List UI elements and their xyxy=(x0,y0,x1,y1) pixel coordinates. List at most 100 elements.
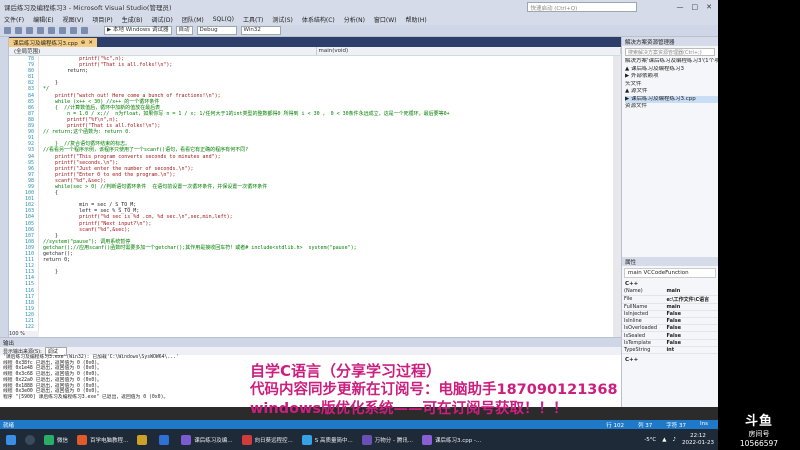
property-row[interactable]: IsInline False xyxy=(622,317,718,326)
property-value[interactable]: e:\工作文件\C语言 xyxy=(664,295,718,304)
menu-item[interactable]: 项目(P) xyxy=(92,15,112,24)
save-all-icon[interactable] xyxy=(59,27,66,34)
network-icon[interactable]: ▲ xyxy=(662,437,666,443)
solution-tree-item[interactable]: 资源文件 xyxy=(625,103,718,111)
menu-item[interactable]: 分析(N) xyxy=(344,15,365,24)
scope-dropdown[interactable]: (全局范围) xyxy=(12,47,317,55)
clock[interactable]: 22:12 2022-01-23 xyxy=(682,433,714,447)
properties-title: 属性 xyxy=(622,257,718,266)
property-name: TypeString xyxy=(622,346,665,355)
menu-item[interactable]: 调试(D) xyxy=(152,15,173,24)
property-row[interactable]: TypeString int xyxy=(622,346,718,355)
property-value[interactable]: int xyxy=(664,346,718,355)
taskbar-app[interactable]: 课后练习及编... xyxy=(178,432,235,447)
app-icon xyxy=(301,434,312,445)
taskbar-app[interactable] xyxy=(134,432,153,447)
property-value[interactable]: False xyxy=(664,317,718,326)
function-dropdown[interactable]: main(void) xyxy=(317,48,621,54)
douyu-logo: 斗鱼 xyxy=(744,414,773,429)
quick-launch-input[interactable]: 快速启动 (Ctrl+Q) xyxy=(526,2,637,12)
app-icon xyxy=(181,434,192,445)
property-row[interactable]: IsInjected False xyxy=(622,310,718,319)
code-line[interactable]: } xyxy=(43,269,613,275)
property-row[interactable]: (Name) main xyxy=(622,288,718,296)
undo-icon[interactable] xyxy=(70,27,77,34)
property-name: File xyxy=(622,295,665,304)
solution-tree-item[interactable]: 头文件 xyxy=(625,81,718,89)
close-button[interactable]: ✕ xyxy=(706,3,712,11)
pin-icon[interactable]: ⊕ xyxy=(81,40,86,46)
back-icon[interactable] xyxy=(4,27,11,34)
toolbox-strip[interactable] xyxy=(0,37,9,337)
solution-explorer-title: 解决方案资源管理器 xyxy=(622,37,718,46)
menu-item[interactable]: 工具(T) xyxy=(243,15,263,24)
taskbar-app-label: 百学电脑教程... xyxy=(90,437,129,444)
tab-source-file[interactable]: 课后练习及编程练习3.cpp ⊕ ✕ xyxy=(9,38,97,47)
property-value[interactable]: False xyxy=(664,324,718,333)
property-row[interactable]: FullName main xyxy=(622,303,718,311)
menu-item[interactable]: 帮助(H) xyxy=(406,15,427,24)
taskbar-app[interactable]: 微信 xyxy=(41,432,71,447)
auto-dropdown[interactable]: 自动 xyxy=(175,26,193,35)
menu-item[interactable]: 窗口(W) xyxy=(374,15,397,24)
code-editor[interactable]: 78 79 80 81 82 83 84 85 86 87 88 89 90 91 92 93 94 95 96 97… xyxy=(9,56,621,337)
solution-search-input[interactable]: 搜索解决方案资源管理器(Ctrl+;) xyxy=(625,48,715,56)
menu-item[interactable]: 团队(M) xyxy=(182,15,204,24)
taskbar-app[interactable] xyxy=(156,432,175,447)
open-file-icon[interactable] xyxy=(37,27,44,34)
platform-dropdown[interactable]: Win32 xyxy=(240,26,281,35)
app-icon xyxy=(44,434,54,445)
property-value[interactable]: main xyxy=(664,288,718,296)
menu-item[interactable]: 测试(S) xyxy=(272,15,293,24)
line-number-gutter: 78 79 80 81 82 83 84 85 86 87 88 89 90 91 92 93 94 95 96 97… xyxy=(9,56,39,337)
minimize-button[interactable]: — xyxy=(677,3,684,11)
taskbar-app-label: S 高质量简中... xyxy=(314,437,353,444)
search-icon xyxy=(25,434,35,445)
maximize-button[interactable]: □ xyxy=(692,3,699,11)
property-row[interactable]: IsTemplate False xyxy=(622,339,718,347)
save-icon[interactable] xyxy=(48,27,55,34)
menu-item[interactable]: 视图(V) xyxy=(63,15,84,24)
menu-item[interactable]: 生成(B) xyxy=(122,15,143,24)
start-button[interactable] xyxy=(3,432,19,447)
property-row[interactable]: IsOverloaded False xyxy=(622,324,718,333)
taskbar-app[interactable]: S 高质量简中... xyxy=(299,432,356,447)
code-area[interactable]: printf("%c",n); printf("That is all.folk… xyxy=(43,56,613,275)
solution-tree-item[interactable]: ▶ 课后练习及编程练习3.cpp xyxy=(625,95,718,103)
property-value[interactable]: False xyxy=(664,310,718,319)
taskbar-app[interactable]: 向日葵远程控... xyxy=(239,432,296,447)
menu-item[interactable]: SQL(Q) xyxy=(213,16,234,23)
solution-tree-item[interactable]: ▲ 源文件 xyxy=(625,88,718,96)
properties-object-dropdown[interactable]: main VCCodeFunction xyxy=(624,268,716,278)
start-debugger-button[interactable]: ▶ 本地 Windows 调试器 xyxy=(104,26,172,35)
close-icon[interactable]: ✕ xyxy=(88,40,93,46)
windows-logo-icon xyxy=(6,434,16,445)
property-value[interactable]: main xyxy=(664,303,718,311)
menu-item[interactable]: 文件(F) xyxy=(4,15,24,24)
redo-icon[interactable] xyxy=(81,27,88,34)
volume-icon[interactable]: ♪ xyxy=(673,437,677,443)
title-bar: 课后练习及编程练习3 - Microsoft Visual Studio(管理员… xyxy=(0,0,718,14)
property-row[interactable]: IsSealed False xyxy=(622,331,718,340)
menu-item[interactable]: 体系结构(C) xyxy=(302,15,335,24)
status-column: 列 37 xyxy=(638,422,653,429)
window-title: 课后练习及编程练习3 - Microsoft Visual Studio(管理员… xyxy=(4,4,172,12)
configuration-dropdown[interactable]: Debug xyxy=(196,26,237,35)
solution-tree-item[interactable]: ▶ 外部依赖项 xyxy=(625,73,718,81)
solution-tree-item[interactable]: ▲ 课后练习及编程练习3 xyxy=(625,66,718,74)
property-value[interactable]: False xyxy=(664,331,718,340)
forward-icon[interactable] xyxy=(15,27,22,34)
taskbar-app[interactable]: 课后练习3.cpp -... xyxy=(419,432,484,447)
menu-item[interactable]: 编辑(E) xyxy=(33,15,53,24)
document-tab-bar: 课后练习及编程练习3.cpp ⊕ ✕ xyxy=(9,37,621,47)
property-row[interactable]: File e:\工作文件\C语言 xyxy=(622,295,718,304)
new-project-icon[interactable] xyxy=(26,27,33,34)
solution-tree-item[interactable]: 解决方案'课后练习及编程练习3'(1个项目) xyxy=(625,58,718,66)
app-icon xyxy=(77,434,88,445)
editor-scrollbar[interactable] xyxy=(613,56,621,337)
output-source-label: 显示输出来源(S): xyxy=(3,348,42,355)
search-button[interactable] xyxy=(22,432,38,447)
property-value[interactable]: False xyxy=(664,339,718,347)
taskbar-app[interactable]: 百学电脑教程... xyxy=(74,432,131,447)
taskbar-app[interactable]: 万物分 - 腾讯... xyxy=(359,432,416,447)
